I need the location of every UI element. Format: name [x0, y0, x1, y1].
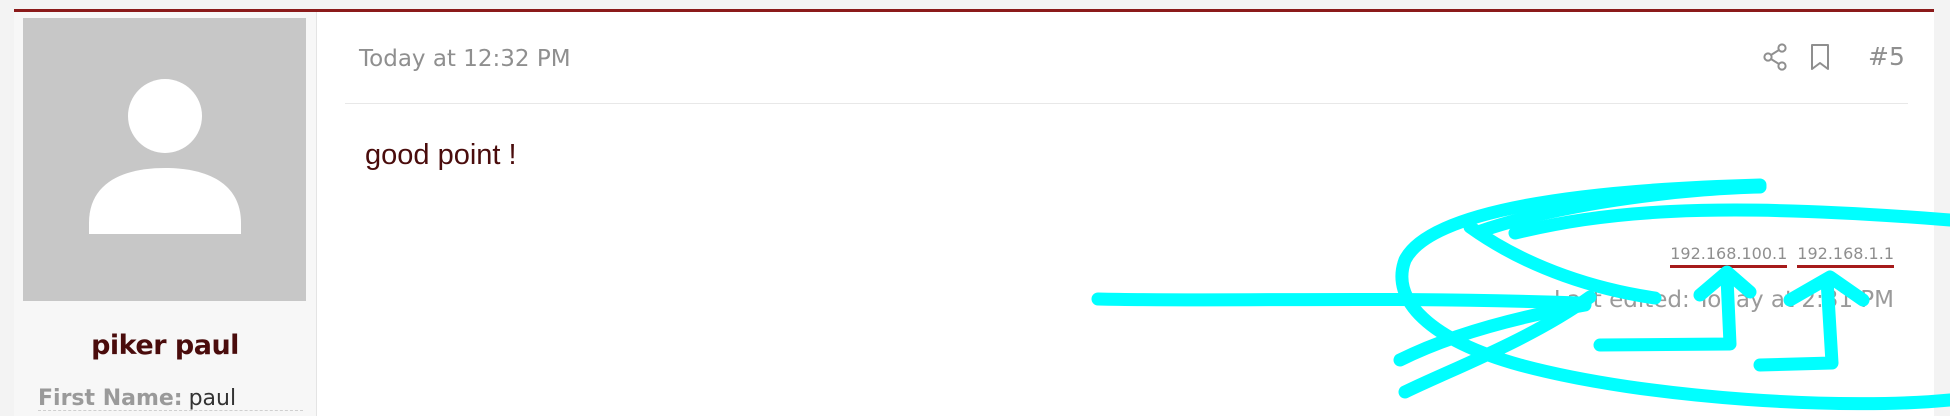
last-edited[interactable]: Last edited: Today at 2:31 PM — [1554, 287, 1894, 313]
post-message: good point ! — [365, 139, 517, 171]
user-field-row: First Name: paul — [38, 384, 236, 412]
field-divider — [38, 410, 303, 411]
avatar[interactable] — [23, 18, 306, 301]
field-value: paul — [188, 386, 237, 411]
ip-links: 192.168.100.1 192.168.1.1 — [1660, 244, 1894, 268]
ip-link[interactable]: 192.168.100.1 — [1670, 244, 1788, 268]
forum-post: piker paul First Name: paul Today at 12:3… — [14, 12, 1934, 416]
post-date[interactable]: Today at 12:32 PM — [359, 46, 571, 72]
post-header: Today at 12:32 PM #5 — [345, 12, 1908, 104]
field-label: First Name: — [38, 386, 183, 411]
user-cell: piker paul First Name: paul — [14, 12, 317, 416]
share-icon[interactable] — [1760, 42, 1790, 72]
bookmark-icon[interactable] — [1807, 42, 1833, 72]
default-avatar-icon — [89, 79, 241, 234]
post-number[interactable]: #5 — [1868, 42, 1905, 71]
ip-link[interactable]: 192.168.1.1 — [1797, 244, 1894, 268]
username[interactable]: piker paul — [14, 330, 316, 361]
